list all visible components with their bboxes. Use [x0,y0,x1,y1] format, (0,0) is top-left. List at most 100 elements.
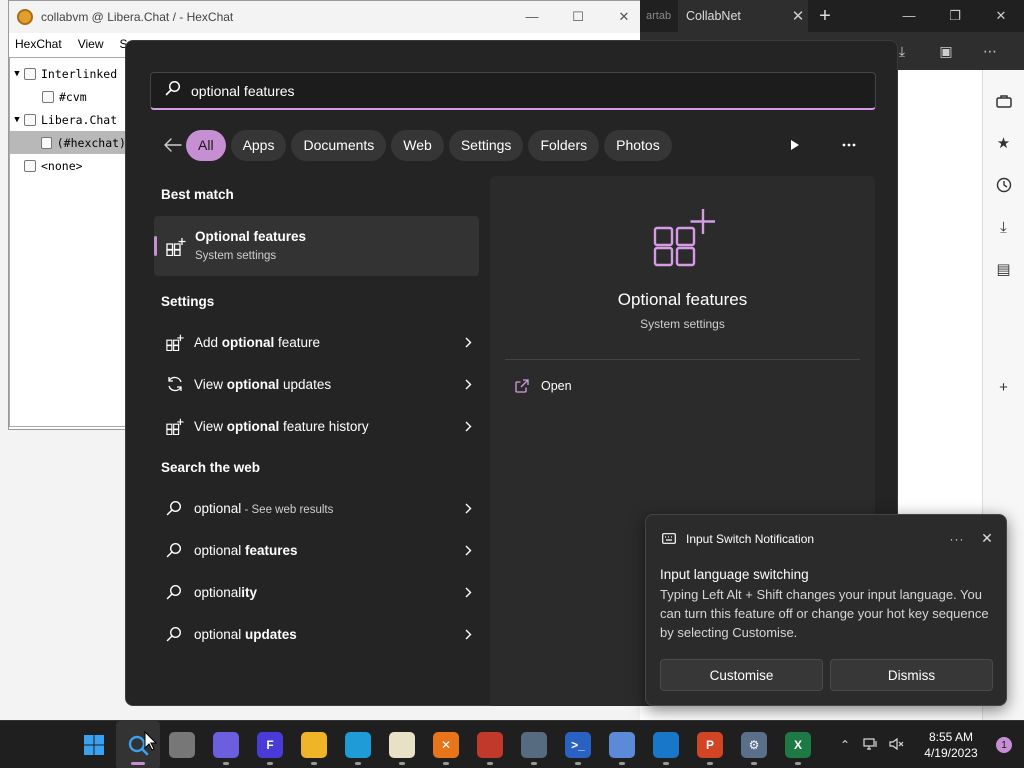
clock-date: 4/19/2023 [924,746,978,760]
search-input[interactable] [191,82,791,99]
refresh-icon [166,375,194,393]
running-indicator [619,762,625,765]
chevron-right-icon[interactable] [457,421,479,432]
chevron-right-icon[interactable] [457,545,479,556]
back-arrow-icon[interactable] [150,130,186,160]
chevron-right-icon[interactable] [457,337,479,348]
menu-hexchat[interactable]: HexChat [15,37,62,51]
hexchat-logo-icon [17,9,33,25]
result-view-optional-updates[interactable]: View optional updates [154,365,479,403]
taskbar-app-package[interactable] [468,721,512,768]
taskbar-steam[interactable] [512,721,556,768]
result-add-optional-feature[interactable]: Add optional feature [154,323,479,361]
chevron-right-icon[interactable] [457,379,479,390]
filter-settings[interactable]: Settings [448,129,524,161]
web-result-optionality[interactable]: optionality [154,573,479,611]
dismiss-button[interactable]: Dismiss [830,659,993,691]
web-result-optional-updates[interactable]: optional updates [154,615,479,653]
tree-node-interlinked[interactable]: ▼ Interlinked [10,62,126,85]
filter-web[interactable]: Web [391,129,444,161]
server-icon [24,113,36,126]
taskbar-teams-chat[interactable] [204,721,248,768]
excel-icon: X [785,732,811,758]
taskbar-file-explorer[interactable] [292,721,336,768]
filter-all[interactable]: All [186,129,226,161]
tree-node-cvm[interactable]: #cvm [10,85,126,108]
maximize-button[interactable]: ☐ [555,9,601,25]
taskbar-app-tool[interactable] [644,721,688,768]
taskbar-powershell[interactable]: >_ [556,721,600,768]
notification-more-icon[interactable]: ··· [938,532,976,546]
expander-icon[interactable]: ▼ [10,115,24,125]
clock[interactable]: 8:55 AM 4/19/2023 [916,729,986,761]
optional-features-icon [166,417,194,435]
notification-count-badge[interactable]: 1 [996,737,1012,753]
notification-close-icon[interactable]: ✕ [976,530,998,547]
tab-close-icon[interactable]: ✕ [788,7,808,25]
taskbar-photos[interactable] [600,721,644,768]
play-icon[interactable] [768,130,822,160]
result-view-optional-feature-history[interactable]: View optional feature history [154,407,479,445]
add-sidebar-icon[interactable]: + [999,366,1008,408]
web-result-optional-features[interactable]: optional features [154,531,479,569]
menu-view[interactable]: View [78,37,104,51]
search-filter-bar: All Apps Documents Web Settings Folders … [150,129,876,161]
notification-header: Input Switch Notification ··· ✕ [662,530,998,547]
browser-tab-collabnet[interactable]: CollabNet ✕ [678,0,808,32]
taskbar-edge-browser[interactable] [336,721,380,768]
preview-divider [505,359,860,360]
taskbar-app-x[interactable]: ✕ [424,721,468,768]
taskbar-app-f[interactable]: F [248,721,292,768]
teams-chat-icon [213,732,239,758]
minimize-button[interactable]: — [509,9,555,25]
history-icon[interactable] [996,164,1012,206]
taskbar-start-button[interactable] [72,721,116,768]
powershell-icon: >_ [565,732,591,758]
task-view-icon [169,732,195,758]
favorites-icon[interactable]: ★ [997,122,1010,164]
more-icon[interactable]: ⋯ [968,43,1012,60]
notification-body: Typing Left Alt + Shift changes your inp… [660,587,989,640]
web-result-optional[interactable]: optional - See web results [154,489,479,527]
filter-photos[interactable]: Photos [604,129,672,161]
browser-tab-previous[interactable]: artab [640,10,678,22]
customise-button[interactable]: Customise [660,659,823,691]
tree-node-libera[interactable]: ▼ Libera.Chat [10,108,126,131]
browser-close-button[interactable]: ✕ [978,8,1024,24]
tree-node-hexchat[interactable]: (#hexchat) [10,131,126,154]
taskbar-powerpoint[interactable]: P [688,721,732,768]
chevron-right-icon[interactable] [457,503,479,514]
taskbar-task-view[interactable] [160,721,204,768]
filter-folders[interactable]: Folders [528,129,600,161]
collections-side-icon[interactable]: ▤ [996,248,1010,290]
new-tab-button[interactable]: + [808,5,842,28]
volume-muted-icon[interactable] [884,737,910,753]
filter-documents[interactable]: Documents [291,129,387,161]
taskbar-notepad[interactable] [380,721,424,768]
running-indicator [267,762,273,765]
running-indicator [311,762,317,765]
notification-app-name: Input Switch Notification [686,531,815,546]
running-indicator [355,762,361,765]
search-box[interactable] [150,72,876,110]
input-switch-notification: Input Switch Notification ··· ✕ Input la… [645,514,1007,706]
browser-minimize-button[interactable]: — [886,8,932,24]
result-label: optional updates [194,626,297,642]
chevron-right-icon[interactable] [457,587,479,598]
photos-icon [609,732,635,758]
best-match-item[interactable]: Optional features System settings [154,216,479,276]
chevron-up-icon[interactable]: ⌃ [832,738,858,752]
browser-restore-button[interactable]: ❐ [932,8,978,24]
tree-node-none[interactable]: <none> [10,154,126,177]
filter-apps[interactable]: Apps [230,129,287,161]
expander-icon[interactable]: ▼ [10,69,24,79]
collections-icon[interactable]: ▣ [924,43,968,60]
taskbar-excel[interactable]: X [776,721,820,768]
briefcase-icon[interactable] [995,80,1012,122]
network-icon[interactable] [858,737,884,753]
downloads-side-icon[interactable]: ⤓ [1000,206,1007,248]
open-action[interactable]: Open [515,379,572,393]
more-options-icon[interactable] [822,130,876,160]
chevron-right-icon[interactable] [457,629,479,640]
taskbar-settings[interactable]: ⚙ [732,721,776,768]
